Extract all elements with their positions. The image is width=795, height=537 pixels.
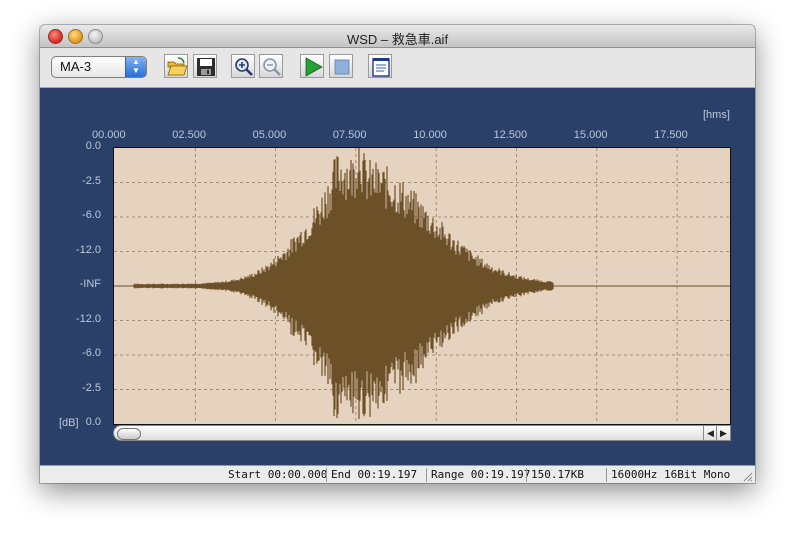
waveform-signal [113, 147, 731, 419]
range-time: Range 00:19.197 [426, 468, 530, 482]
select-arrows-icon: ▲ ▼ [125, 57, 146, 77]
preset-select[interactable]: MA-3 ▲ ▼ [51, 56, 147, 78]
amplitude-tick-label: 0.0 [85, 140, 101, 152]
amplitude-tick-label: -12.0 [75, 243, 101, 256]
time-tick-label: 12.500 [493, 129, 528, 141]
zoom-in-icon [235, 58, 253, 76]
time-tick-label: 10.000 [413, 129, 447, 141]
folder-open-icon [167, 57, 188, 76]
play-button[interactable] [300, 54, 324, 78]
zoom-in-button[interactable] [231, 54, 255, 78]
save-button[interactable] [193, 54, 217, 78]
amplitude-tick-label: -6.0 [82, 347, 101, 359]
audio-format: 16000Hz 16Bit Mono [606, 468, 730, 482]
scroll-right-icon[interactable]: ▶ [716, 426, 730, 440]
status-bar: Start 00:00.000 End 00:19.197 Range 00:1… [40, 465, 755, 483]
app-window: WSD – 救急車.aif MA-3 ▲ ▼ [hms] [dB] 00.000… [40, 25, 755, 483]
play-icon [305, 57, 323, 77]
floppy-disk-icon [197, 58, 215, 76]
time-unit-label: [hms] [703, 109, 730, 121]
window-title: WSD – 救急車.aif [346, 32, 449, 47]
stop-button[interactable] [329, 54, 353, 78]
notes-button[interactable] [368, 54, 392, 78]
amplitude-tick-label: -INF [79, 278, 101, 290]
amplitude-tick-label: -12.0 [75, 312, 101, 325]
time-tick-label: 07.500 [332, 129, 367, 141]
zoom-out-icon [263, 58, 281, 76]
amplitude-tick-label: -2.5 [82, 381, 101, 394]
stop-icon [334, 59, 350, 75]
amplitude-tick-label: -2.5 [82, 174, 101, 187]
notepad-icon [372, 58, 390, 77]
time-tick-label: 15.000 [573, 129, 608, 141]
zoom-out-button[interactable] [259, 54, 283, 78]
start-time: Start 00:00.000 [228, 468, 328, 481]
amplitude-tick-label: 0.0 [85, 416, 101, 428]
file-size: 150.17KB [526, 468, 584, 482]
horizontal-scrollbar[interactable]: ◀ ▶ [113, 425, 731, 441]
amplitude-tick-label: -6.0 [82, 209, 101, 221]
scroll-left-icon[interactable]: ◀ [703, 426, 717, 440]
resize-grip-icon[interactable] [741, 470, 753, 482]
scrollbar-thumb[interactable] [117, 428, 141, 440]
waveform-plot[interactable] [113, 147, 731, 425]
waveform-graph [113, 147, 731, 424]
end-time: End 00:19.197 [326, 468, 417, 482]
title-bar[interactable]: WSD – 救急車.aif [40, 25, 755, 48]
amplitude-unit-label: [dB] [59, 417, 79, 429]
time-tick-label: 17.500 [654, 129, 688, 141]
preset-value: MA-3 [60, 59, 92, 74]
time-tick-label: 02.500 [172, 129, 206, 141]
toolbar: MA-3 ▲ ▼ [40, 48, 755, 88]
time-tick-label: 05.000 [252, 129, 287, 141]
open-button[interactable] [164, 54, 188, 78]
